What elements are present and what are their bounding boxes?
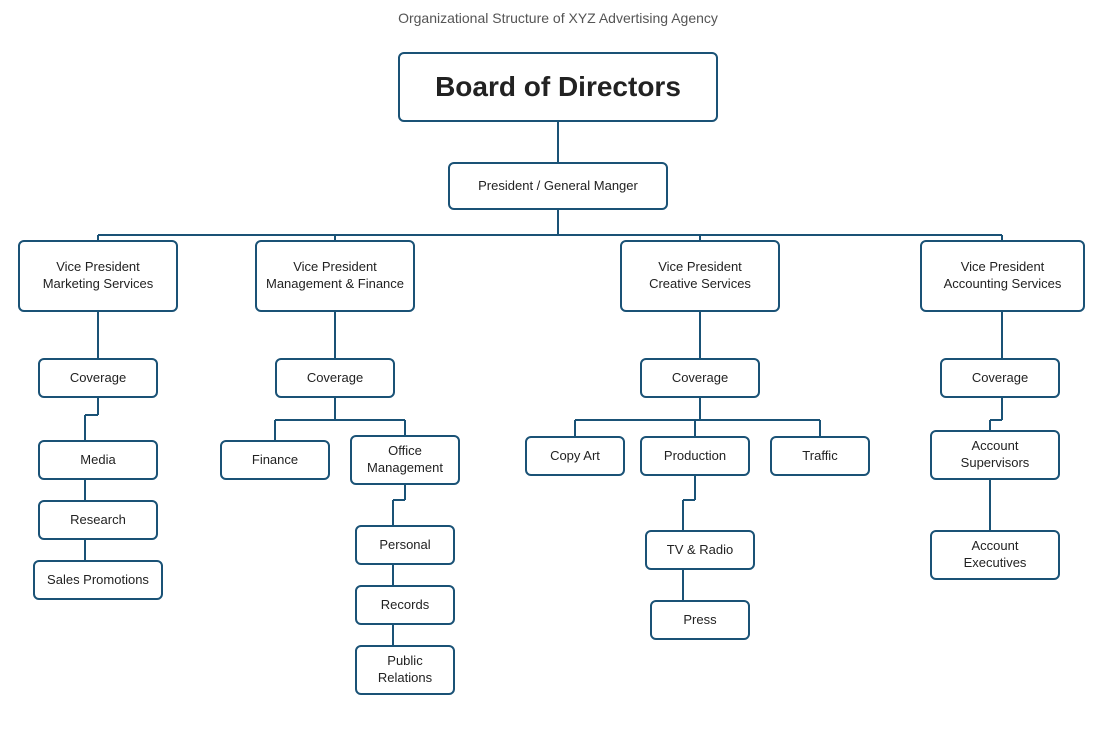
public-relations-label: PublicRelations xyxy=(378,653,432,687)
box-vp-marketing: Vice PresidentMarketing Services xyxy=(18,240,178,312)
vp-marketing-label: Vice PresidentMarketing Services xyxy=(43,259,154,293)
box-coverage-marketing: Coverage xyxy=(38,358,158,398)
box-coverage-mgmt: Coverage xyxy=(275,358,395,398)
acct-supervisors-label: AccountSupervisors xyxy=(961,438,1030,472)
box-traffic: Traffic xyxy=(770,436,870,476)
box-personal: Personal xyxy=(355,525,455,565)
box-account-executives: AccountExecutives xyxy=(930,530,1060,580)
vp-mgmt-label: Vice PresidentManagement & Finance xyxy=(266,259,404,293)
vp-creative-label: Vice PresidentCreative Services xyxy=(649,259,751,293)
box-press: Press xyxy=(650,600,750,640)
box-coverage-accounting: Coverage xyxy=(940,358,1060,398)
box-tv-radio: TV & Radio xyxy=(645,530,755,570)
box-board-of-directors: Board of Directors xyxy=(398,52,718,122)
box-vp-management: Vice PresidentManagement & Finance xyxy=(255,240,415,312)
vp-accounting-label: Vice PresidentAccounting Services xyxy=(944,259,1062,293)
org-chart: Organizational Structure of XYZ Advertis… xyxy=(0,0,1116,739)
box-media: Media xyxy=(38,440,158,480)
box-account-supervisors: AccountSupervisors xyxy=(930,430,1060,480)
box-vp-accounting: Vice PresidentAccounting Services xyxy=(920,240,1085,312)
box-research: Research xyxy=(38,500,158,540)
box-copy-art: Copy Art xyxy=(525,436,625,476)
box-office-management: OfficeManagement xyxy=(350,435,460,485)
box-records: Records xyxy=(355,585,455,625)
box-sales-promotions: Sales Promotions xyxy=(33,560,163,600)
box-public-relations: PublicRelations xyxy=(355,645,455,695)
box-coverage-creative: Coverage xyxy=(640,358,760,398)
box-vp-creative: Vice PresidentCreative Services xyxy=(620,240,780,312)
box-production: Production xyxy=(640,436,750,476)
box-finance: Finance xyxy=(220,440,330,480)
chart-title: Organizational Structure of XYZ Advertis… xyxy=(0,10,1116,26)
office-mgmt-label: OfficeManagement xyxy=(367,443,443,477)
acct-executives-label: AccountExecutives xyxy=(964,538,1027,572)
box-president: President / General Manger xyxy=(448,162,668,210)
